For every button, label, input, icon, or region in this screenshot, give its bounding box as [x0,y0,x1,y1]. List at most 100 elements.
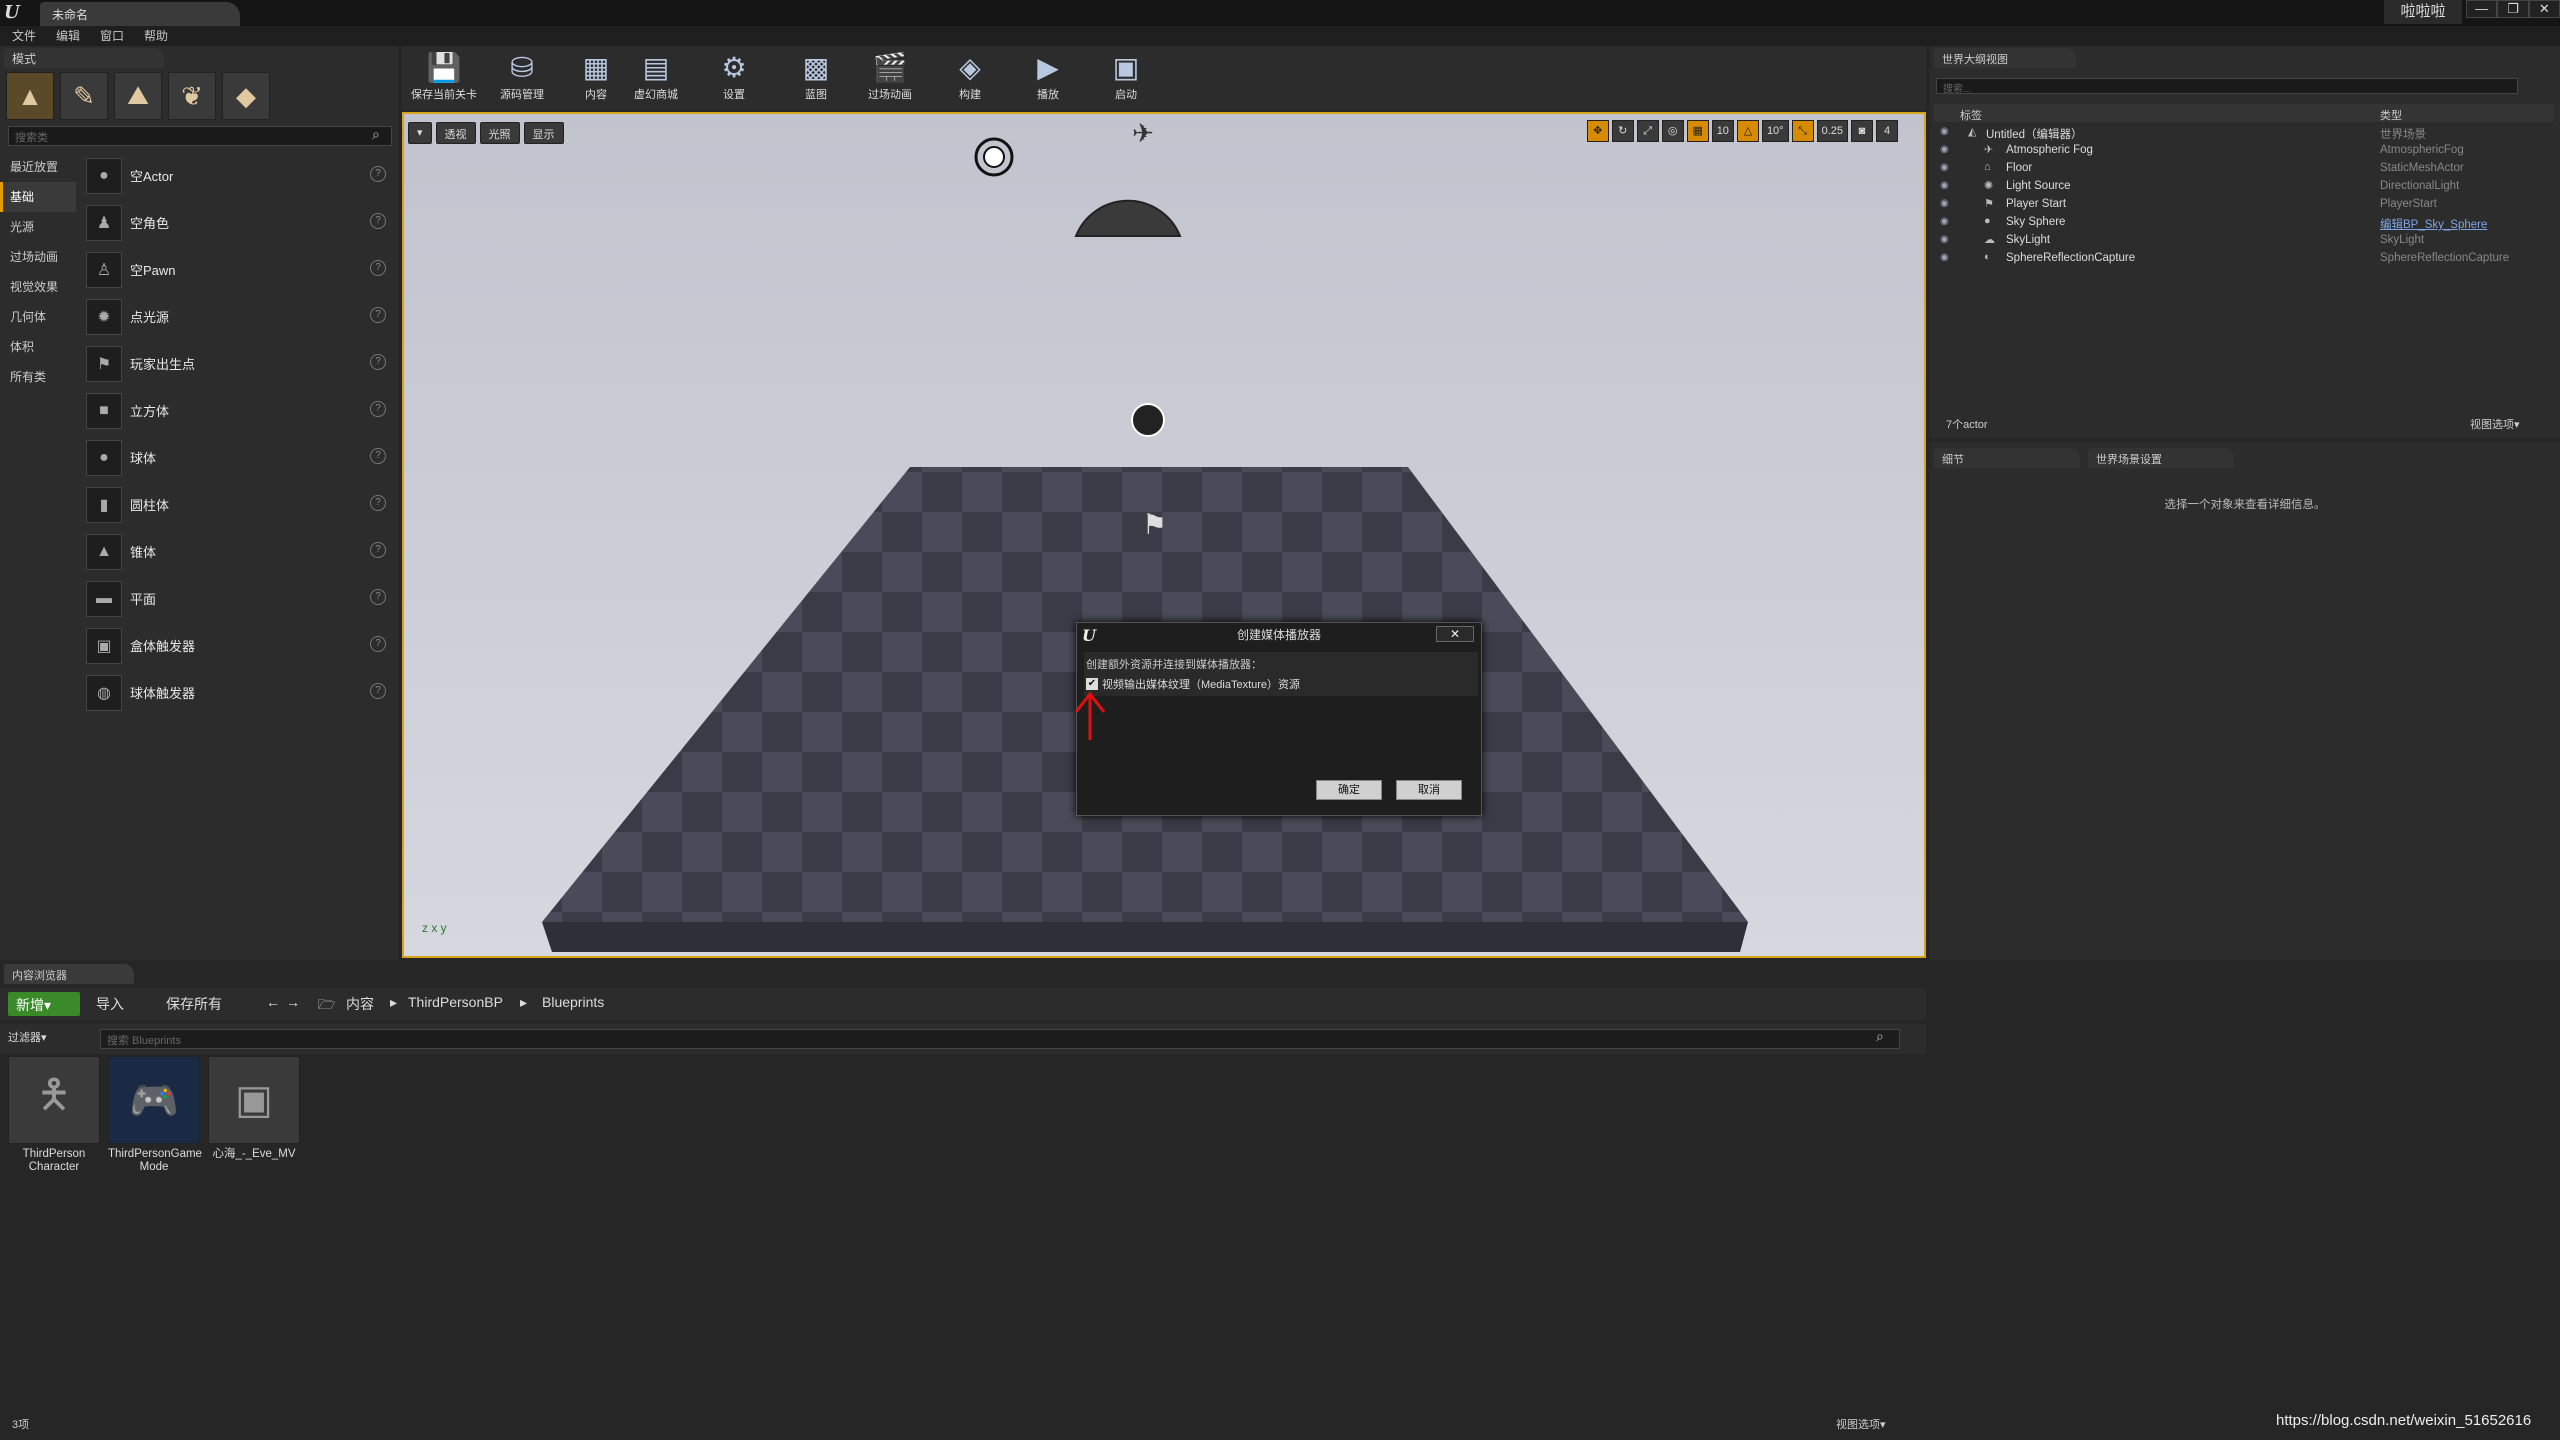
content-button[interactable]: ▦ 内容 [568,50,624,108]
category-lights[interactable]: 光源 [0,212,76,242]
outliner-search-input[interactable]: 搜索... [1936,78,2518,95]
help-icon[interactable]: ? [370,166,386,182]
user-button[interactable]: 啦啦啦 [2384,0,2462,24]
add-new-button[interactable]: 新增▾ [8,992,80,1016]
category-volumes[interactable]: 体积 [0,332,76,362]
asset-tile[interactable]: 🎮 ThirdPersonGame Mode [108,1056,202,1186]
foliage-mode-icon[interactable]: ❦ [168,72,216,120]
media-texture-checkbox[interactable]: ✔ [1086,678,1098,690]
help-icon[interactable]: ? [370,401,386,417]
grid-snap-icon[interactable]: ▦ [1686,120,1709,142]
sun-icon[interactable] [974,137,1014,177]
label-column-header[interactable]: 标签 [1960,107,1982,123]
menu-file[interactable]: 文件 [12,26,36,46]
path-content[interactable]: 内容 [346,994,374,1014]
eye-icon[interactable]: ◉ [1940,126,1949,137]
cinematics-button[interactable]: 🎬 过场动画 [852,50,928,108]
place-mode-icon[interactable]: ▲ [6,72,54,120]
camera-speed-icon[interactable]: ◙ [1851,120,1873,142]
table-row[interactable]: ◉ ✈ Atmospheric Fog AtmosphericFog [1934,142,2554,160]
help-icon[interactable]: ? [370,448,386,464]
fog-icon[interactable]: ✈ [1132,118,1154,148]
table-row[interactable]: ◉ ⚑ Player Start PlayerStart [1934,196,2554,214]
list-item[interactable]: ♟ 空角色? [80,199,390,246]
help-icon[interactable]: ? [370,354,386,370]
lit-button[interactable]: 光照 [479,122,520,144]
paint-mode-icon[interactable]: ✎ [60,72,108,120]
category-geometry[interactable]: 几何体 [0,302,76,332]
launch-button[interactable]: ▣ 启动 [1096,50,1156,108]
scale-snap-value[interactable]: 0.25 [1816,120,1848,142]
list-item[interactable]: ■ 立方体? [80,387,390,434]
table-row[interactable]: ◉ ✺ Light Source DirectionalLight [1934,178,2554,196]
search-icon[interactable]: ⌕ [372,126,392,146]
viewport-menu-button[interactable]: ▾ [408,122,432,144]
path-thirdpersonbp[interactable]: ThirdPersonBP [408,994,503,1010]
outliner-view-options[interactable]: 视图选项▾ [2470,416,2520,432]
player-start-icon[interactable]: ⚑ [1142,509,1167,540]
rotation-snap-icon[interactable]: △ [1736,120,1759,142]
asset-tile[interactable]: ▣ 心海_-_Eve_MV [208,1056,300,1186]
list-item[interactable]: ◍ 球体触发器? [80,669,390,716]
reflection-capture-icon[interactable] [1131,403,1165,437]
modes-search-input[interactable]: 搜索类 [8,126,392,146]
content-view-options[interactable]: 视图选项▾ [1836,1416,1886,1432]
save-level-button[interactable]: 💾 保存当前关卡 [406,50,482,108]
build-button[interactable]: ◈ 构建 [940,50,1000,108]
category-all-classes[interactable]: 所有类 [0,362,76,392]
marketplace-button[interactable]: ▤ 虚幻商城 [624,50,688,108]
settings-button[interactable]: ⚙ 设置 [704,50,764,108]
help-icon[interactable]: ? [370,542,386,558]
list-item[interactable]: ▲ 锥体? [80,528,390,575]
list-item[interactable]: ▮ 圆柱体? [80,481,390,528]
list-item[interactable]: ⚑ 玩家出生点? [80,340,390,387]
category-basic[interactable]: 基础 [0,182,76,212]
rotate-icon[interactable]: ↻ [1611,120,1634,142]
help-icon[interactable]: ? [370,636,386,652]
translate-icon[interactable]: ✥ [1586,120,1609,142]
table-row[interactable]: ◉ ● Sky Sphere 编辑BP_Sky_Sphere [1934,214,2554,232]
maximize-button[interactable]: ❐ [2497,0,2529,18]
blueprints-button[interactable]: ▩ 蓝图 [786,50,846,108]
ok-button[interactable]: 确定 [1316,780,1382,800]
list-item[interactable]: ✹ 点光源? [80,293,390,340]
forward-icon[interactable]: → [286,994,300,1010]
eye-icon[interactable]: ◉ [1940,198,1949,209]
media-texture-option[interactable]: ✔ 视频输出媒体纹理（MediaTexture）资源 [1086,676,1300,692]
eye-icon[interactable]: ◉ [1940,216,1949,227]
minimize-button[interactable]: — [2466,0,2498,18]
sky-sphere-icon[interactable] [1074,199,1182,237]
category-visual-effects[interactable]: 视觉效果 [0,272,76,302]
list-item[interactable]: ● 球体? [80,434,390,481]
world-outliner-tab[interactable]: 世界大纲视图 [1934,48,2076,68]
landscape-mode-icon[interactable]: ⛰ [114,72,162,120]
close-window-button[interactable]: ✕ [2528,0,2560,18]
grid-snap-value[interactable]: 10 [1711,120,1734,142]
modes-tab[interactable]: 模式 [4,48,164,68]
source-control-button[interactable]: ⛁ 源码管理 [484,50,560,108]
help-icon[interactable]: ? [370,307,386,323]
path-blueprints[interactable]: Blueprints [542,994,604,1010]
help-icon[interactable]: ? [370,589,386,605]
rotation-snap-value[interactable]: 10° [1761,120,1789,142]
help-icon[interactable]: ? [370,213,386,229]
content-browser-tab[interactable]: 内容浏览器 [4,964,134,984]
cancel-button[interactable]: 取消 [1396,780,1462,800]
table-row[interactable]: ◉ ☁ SkyLight SkyLight [1934,232,2554,250]
help-icon[interactable]: ? [370,495,386,511]
scale-snap-icon[interactable]: ⤡ [1791,120,1814,142]
edit-blueprint-link[interactable]: 编辑BP_Sky_Sphere [2380,216,2487,232]
eye-icon[interactable]: ◉ [1940,252,1949,263]
menu-edit[interactable]: 编辑 [56,26,80,46]
table-row[interactable]: ◉ ⌂ Floor StaticMeshActor [1934,160,2554,178]
dialog-close-button[interactable]: ✕ [1436,626,1474,642]
world-icon[interactable]: ◎ [1661,120,1684,142]
scale-icon[interactable]: ⤢ [1636,120,1659,142]
list-item[interactable]: ▬ 平面? [80,575,390,622]
category-cinematic[interactable]: 过场动画 [0,242,76,272]
show-button[interactable]: 显示 [523,122,564,144]
import-button[interactable]: 导入 [96,994,124,1014]
asset-tile[interactable]: 🯅 ThirdPerson Character [8,1056,100,1186]
help-icon[interactable]: ? [370,683,386,699]
save-all-button[interactable]: 保存所有 [166,994,222,1014]
